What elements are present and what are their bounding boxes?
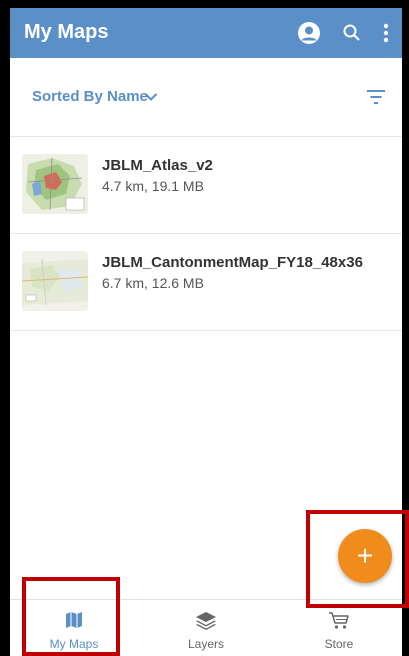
map-meta: 4.7 km, 19.1 MB xyxy=(102,178,204,194)
chevron-down-icon[interactable] xyxy=(144,89,158,107)
layers-icon xyxy=(146,610,266,632)
highlight-box-fab xyxy=(306,510,409,608)
sort-bar: Sorted By Name xyxy=(10,58,402,137)
cart-icon xyxy=(279,610,399,632)
map-thumbnail xyxy=(22,154,88,214)
nav-item-layers[interactable]: Layers xyxy=(146,600,266,656)
filter-icon[interactable] xyxy=(366,89,386,110)
search-icon[interactable] xyxy=(336,16,368,50)
nav-item-store[interactable]: Store xyxy=(279,600,399,656)
list-item[interactable]: JBLM_Atlas_v2 4.7 km, 19.1 MB xyxy=(10,137,402,234)
map-meta: 6.7 km, 12.6 MB xyxy=(102,275,204,291)
page-title: My Maps xyxy=(24,21,109,43)
nav-label: Layers xyxy=(187,637,225,651)
map-thumbnail xyxy=(22,251,88,311)
more-vert-icon[interactable] xyxy=(376,16,396,50)
list-item[interactable]: JBLM_CantonmentMap_FY18_48x36 6.7 km, 12… xyxy=(10,234,402,331)
nav-label: Store xyxy=(324,637,354,651)
app-bar: My Maps xyxy=(10,8,402,58)
map-name: JBLM_CantonmentMap_FY18_48x36 xyxy=(102,254,363,271)
highlight-box-my-maps xyxy=(22,577,120,656)
map-name: JBLM_Atlas_v2 xyxy=(102,157,213,174)
sort-dropdown[interactable]: Sorted By Name xyxy=(32,88,148,105)
account-circle-icon[interactable] xyxy=(293,16,325,50)
